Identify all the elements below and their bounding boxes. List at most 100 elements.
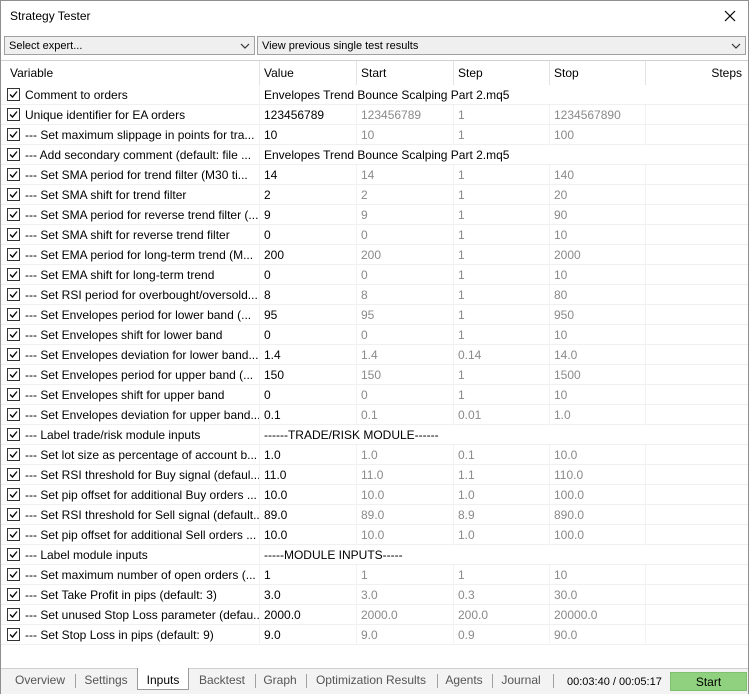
value-cell[interactable]: 150 (260, 365, 357, 385)
start-cell[interactable]: 0 (357, 265, 454, 285)
value-cell[interactable]: Envelopes Trend Bounce Scalping Part 2.m… (260, 85, 646, 105)
step-cell[interactable]: 0.01 (454, 405, 550, 425)
column-header-value[interactable]: Value (260, 61, 357, 85)
checkbox-checked-icon[interactable] (7, 588, 20, 601)
stop-cell[interactable]: 110.0 (550, 465, 646, 485)
step-cell[interactable]: 0.14 (454, 345, 550, 365)
tab-agents[interactable]: Agents (441, 672, 487, 690)
stop-cell[interactable]: 950 (550, 305, 646, 325)
tab-inputs[interactable]: Inputs (137, 668, 189, 690)
table-row[interactable]: --- Set RSI period for overbought/overso… (1, 285, 748, 305)
table-row[interactable]: --- Set Envelopes shift for upper band 0 0… (1, 385, 748, 405)
value-cell[interactable]: 89.0 (260, 505, 357, 525)
step-cell[interactable]: 1 (454, 265, 550, 285)
expert-select[interactable]: Select expert... (4, 36, 255, 55)
checkbox-checked-icon[interactable] (7, 448, 20, 461)
table-row[interactable]: --- Set SMA shift for reverse trend filt… (1, 225, 748, 245)
step-cell[interactable]: 1 (454, 205, 550, 225)
checkbox-checked-icon[interactable] (7, 468, 20, 481)
value-cell[interactable]: 11.0 (260, 465, 357, 485)
checkbox-checked-icon[interactable] (7, 188, 20, 201)
start-cell[interactable]: 10.0 (357, 485, 454, 505)
value-cell[interactable]: 2 (260, 185, 357, 205)
table-row[interactable]: --- Set maximum slippage in points for t… (1, 125, 748, 145)
table-row[interactable]: --- Set lot size as percentage of accoun… (1, 445, 748, 465)
value-cell[interactable]: 9 (260, 205, 357, 225)
value-cell[interactable]: 200 (260, 245, 357, 265)
step-cell[interactable]: 200.0 (454, 605, 550, 625)
tab-graph[interactable]: Graph (259, 672, 301, 690)
checkbox-checked-icon[interactable] (7, 328, 20, 341)
start-cell[interactable]: 123456789 (357, 105, 454, 125)
start-cell[interactable]: 9 (357, 205, 454, 225)
step-cell[interactable]: 1 (454, 385, 550, 405)
stop-cell[interactable]: 890.0 (550, 505, 646, 525)
stop-cell[interactable]: 10 (550, 565, 646, 585)
stop-cell[interactable]: 1234567890 (550, 105, 646, 125)
tab-overview[interactable]: Overview (9, 672, 71, 690)
checkbox-checked-icon[interactable] (7, 368, 20, 381)
table-row[interactable]: --- Set Take Profit in pips (default: 3)… (1, 585, 748, 605)
table-row[interactable]: --- Label trade/risk module inputs ------… (1, 425, 748, 445)
table-row[interactable]: --- Set EMA shift for long-term trend 0 0 1… (1, 265, 748, 285)
start-cell[interactable]: 95 (357, 305, 454, 325)
value-cell[interactable]: 0 (260, 325, 357, 345)
value-cell[interactable]: ------TRADE/RISK MODULE------ (260, 425, 646, 445)
step-cell[interactable]: 1 (454, 365, 550, 385)
column-header-stop[interactable]: Stop (550, 61, 646, 85)
step-cell[interactable]: 1 (454, 565, 550, 585)
value-cell[interactable]: 3.0 (260, 585, 357, 605)
start-cell[interactable]: 11.0 (357, 465, 454, 485)
start-cell[interactable]: 8 (357, 285, 454, 305)
checkbox-checked-icon[interactable] (7, 388, 20, 401)
start-button[interactable]: Start (670, 672, 747, 691)
value-cell[interactable]: 2000.0 (260, 605, 357, 625)
tab-settings[interactable]: Settings (79, 672, 133, 690)
checkbox-checked-icon[interactable] (7, 308, 20, 321)
value-cell[interactable]: 0 (260, 265, 357, 285)
table-row[interactable]: --- Set unused Stop Loss parameter (defa… (1, 605, 748, 625)
start-cell[interactable]: 3.0 (357, 585, 454, 605)
stop-cell[interactable]: 1.0 (550, 405, 646, 425)
value-cell[interactable]: 95 (260, 305, 357, 325)
stop-cell[interactable]: 100.0 (550, 525, 646, 545)
stop-cell[interactable]: 90.0 (550, 625, 646, 645)
checkbox-checked-icon[interactable] (7, 408, 20, 421)
table-row[interactable]: --- Set RSI threshold for Buy signal (de… (1, 465, 748, 485)
checkbox-checked-icon[interactable] (7, 348, 20, 361)
stop-cell[interactable]: 30.0 (550, 585, 646, 605)
step-cell[interactable]: 1.0 (454, 485, 550, 505)
table-row[interactable]: Unique identifier for EA orders 123456789… (1, 105, 748, 125)
value-cell[interactable]: 0 (260, 385, 357, 405)
start-cell[interactable]: 2000.0 (357, 605, 454, 625)
stop-cell[interactable]: 2000 (550, 245, 646, 265)
start-cell[interactable]: 1 (357, 565, 454, 585)
checkbox-checked-icon[interactable] (7, 268, 20, 281)
start-cell[interactable]: 14 (357, 165, 454, 185)
step-cell[interactable]: 8.9 (454, 505, 550, 525)
tab-optimization-results[interactable]: Optimization Results (310, 672, 432, 690)
table-row[interactable]: --- Set RSI threshold for Sell signal (d… (1, 505, 748, 525)
table-row[interactable]: --- Set SMA period for trend filter (M30… (1, 165, 748, 185)
table-row[interactable]: --- Label module inputs -----MODULE INPUT… (1, 545, 748, 565)
start-cell[interactable]: 2 (357, 185, 454, 205)
column-header-steps[interactable]: Steps (646, 61, 748, 85)
checkbox-checked-icon[interactable] (7, 128, 20, 141)
start-cell[interactable]: 150 (357, 365, 454, 385)
table-row[interactable]: --- Set pip offset for additional Buy or… (1, 485, 748, 505)
start-cell[interactable]: 1.0 (357, 445, 454, 465)
value-cell[interactable]: 10.0 (260, 485, 357, 505)
value-cell[interactable]: 1.4 (260, 345, 357, 365)
step-cell[interactable]: 0.9 (454, 625, 550, 645)
checkbox-checked-icon[interactable] (7, 528, 20, 541)
start-cell[interactable]: 0 (357, 385, 454, 405)
value-cell[interactable]: 123456789 (260, 105, 357, 125)
column-header-start[interactable]: Start (357, 61, 454, 85)
table-row[interactable]: --- Set SMA period for reverse trend fil… (1, 205, 748, 225)
checkbox-checked-icon[interactable] (7, 148, 20, 161)
close-button[interactable] (712, 1, 748, 31)
stop-cell[interactable]: 10 (550, 265, 646, 285)
stop-cell[interactable]: 80 (550, 285, 646, 305)
checkbox-checked-icon[interactable] (7, 288, 20, 301)
start-cell[interactable]: 200 (357, 245, 454, 265)
